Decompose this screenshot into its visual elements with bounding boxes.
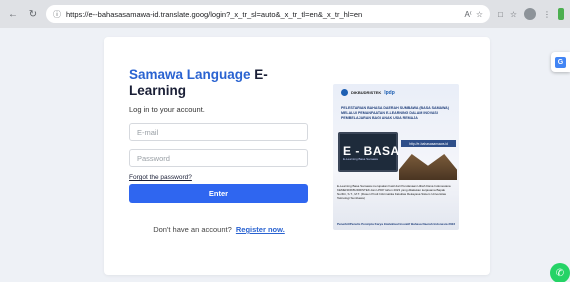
address-bar[interactable]: ⓘ https://e--bahasasamawa-id.translate.g… bbox=[46, 5, 490, 23]
poster-footer: Penerbit/Penulis Pencipta Karya Intelekt… bbox=[336, 222, 456, 226]
poster-lpdp: lpdp bbox=[384, 89, 395, 96]
poster-ebasa: E - BASA bbox=[343, 144, 400, 158]
poster-logos: DIKBUDRISTEK lpdp bbox=[341, 89, 395, 96]
login-card: Samawa Language E-Learning Log in to you… bbox=[104, 37, 490, 275]
extensions-icon[interactable]: □ bbox=[498, 10, 503, 19]
enter-button[interactable]: Enter bbox=[129, 184, 308, 203]
url-text[interactable]: https://e--bahasasamawa-id.translate.goo… bbox=[66, 10, 460, 19]
sidebar-extension-icon[interactable] bbox=[558, 8, 564, 20]
poster-heading: PELESTARIAN BAHASA DAERAH SUMBAWA (BASA … bbox=[341, 106, 449, 120]
page-background: Samawa Language E-Learning Log in to you… bbox=[0, 28, 570, 282]
bookmark-star-icon[interactable]: ☆ bbox=[476, 10, 483, 19]
google-translate-button[interactable]: G bbox=[551, 52, 570, 72]
password-field[interactable]: Password bbox=[129, 149, 308, 167]
poster-description: E-Learning Basa Samawa merupakan hasil d… bbox=[337, 184, 451, 200]
poster-url: http://e-bahasasamawa.id bbox=[401, 140, 456, 147]
email-field[interactable]: E-mail bbox=[129, 123, 308, 141]
page-title: Samawa Language E-Learning bbox=[129, 67, 309, 99]
no-account-text: Don't have an account? bbox=[153, 225, 232, 234]
reload-icon[interactable]: ↻ bbox=[26, 7, 40, 21]
back-arrow-icon[interactable]: ← bbox=[6, 7, 20, 21]
poster-ebasa-sub: E-Learning Basa Samawa bbox=[343, 157, 378, 161]
register-link[interactable]: Register now. bbox=[236, 225, 285, 234]
register-prompt: Don't have an account? Register now. bbox=[129, 225, 309, 234]
menu-dots-icon[interactable]: ⋮ bbox=[543, 10, 551, 19]
whatsapp-button[interactable]: ✆ bbox=[550, 263, 570, 282]
google-translate-icon: G bbox=[555, 56, 566, 68]
login-subtitle: Log in to your account. bbox=[129, 105, 205, 114]
title-highlight: Samawa Language bbox=[129, 67, 251, 82]
favorites-icon[interactable]: ☆ bbox=[510, 10, 517, 19]
ministry-logo-icon bbox=[341, 89, 348, 96]
traditional-house-image bbox=[399, 154, 457, 180]
profile-icon[interactable] bbox=[524, 8, 536, 20]
promo-poster: DIKBUDRISTEK lpdp PELESTARIAN BAHASA DAE… bbox=[333, 84, 459, 230]
site-info-icon[interactable]: ⓘ bbox=[53, 9, 61, 20]
read-aloud-icon[interactable]: A⁽ bbox=[465, 10, 472, 19]
poster-org: DIKBUDRISTEK bbox=[351, 90, 382, 95]
forgot-password-link[interactable]: Forgot the password? bbox=[129, 174, 309, 181]
browser-toolbar: ← ↻ ⓘ https://e--bahasasamawa-id.transla… bbox=[0, 0, 570, 28]
whatsapp-icon: ✆ bbox=[555, 267, 565, 279]
login-form: Samawa Language E-Learning Log in to you… bbox=[129, 67, 309, 234]
